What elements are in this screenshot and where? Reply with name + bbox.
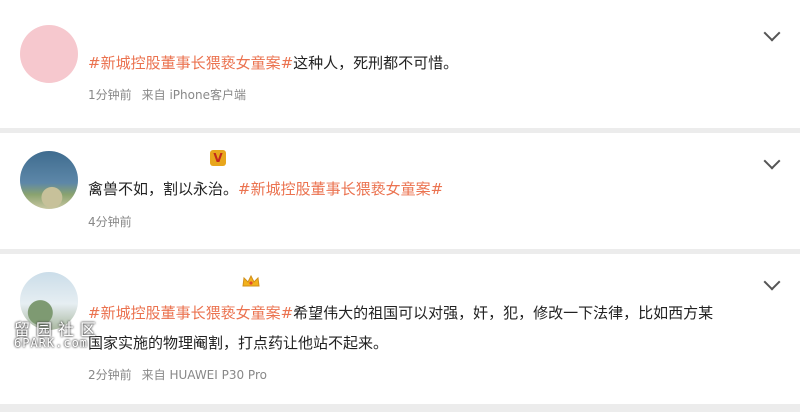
- hashtag-link[interactable]: #新城控股董事长猥亵女童案#: [88, 54, 293, 72]
- comment-card: #新城控股董事长猥亵女童案#希望伟大的祖国可以对强，奸，犯，修改一下法律，比如西…: [0, 254, 800, 404]
- avatar[interactable]: [20, 25, 78, 83]
- comment-body: 希望伟大的祖国可以对强，奸，犯，修改一下法律，比如西方某: [293, 304, 714, 322]
- comment-time: 1分钟前: [88, 88, 132, 102]
- comment-card: V 禽兽不如，割以永治。#新城控股董事长猥亵女童案# 4分钟前: [0, 133, 800, 249]
- comment-source: 来自 HUAWEI P30 Pro: [141, 368, 267, 382]
- comment-meta: 1分钟前 来自 iPhone客户端: [88, 86, 246, 103]
- comment-text: 禽兽不如，割以永治。#新城控股董事长猥亵女童案#: [88, 175, 443, 203]
- watermark-site: 6PARK.com: [14, 336, 89, 350]
- chevron-down-icon[interactable]: [763, 273, 781, 291]
- comment-source: 来自 iPhone客户端: [141, 88, 246, 102]
- comment-text: #新城控股董事长猥亵女童案#这种人，死刑都不可惜。: [88, 49, 458, 77]
- comment-body: 禽兽不如，割以永治。: [88, 180, 239, 198]
- comment-time: 4分钟前: [88, 215, 132, 229]
- comment-body: 这种人，死刑都不可惜。: [293, 54, 459, 72]
- comment-text-line-2: 国家实施的物理阉割，打点药让他站不起来。: [88, 334, 389, 352]
- comment-card: #新城控股董事长猥亵女童案#这种人，死刑都不可惜。 1分钟前 来自 iPhone客…: [0, 0, 800, 128]
- crown-icon: [242, 274, 260, 287]
- avatar[interactable]: [20, 151, 78, 209]
- comment-meta: 4分钟前: [88, 213, 132, 230]
- verified-badge-icon: V: [210, 150, 226, 166]
- comment-text-line-1: #新城控股董事长猥亵女童案#希望伟大的祖国可以对强，奸，犯，修改一下法律，比如西…: [88, 299, 713, 327]
- hashtag-link[interactable]: #新城控股董事长猥亵女童案#: [88, 304, 293, 322]
- chevron-down-icon[interactable]: [763, 24, 781, 42]
- hashtag-link[interactable]: #新城控股董事长猥亵女童案#: [238, 180, 443, 198]
- chevron-down-icon[interactable]: [763, 152, 781, 170]
- comment-meta: 2分钟前 来自 HUAWEI P30 Pro: [88, 366, 267, 383]
- comment-time: 2分钟前: [88, 368, 132, 382]
